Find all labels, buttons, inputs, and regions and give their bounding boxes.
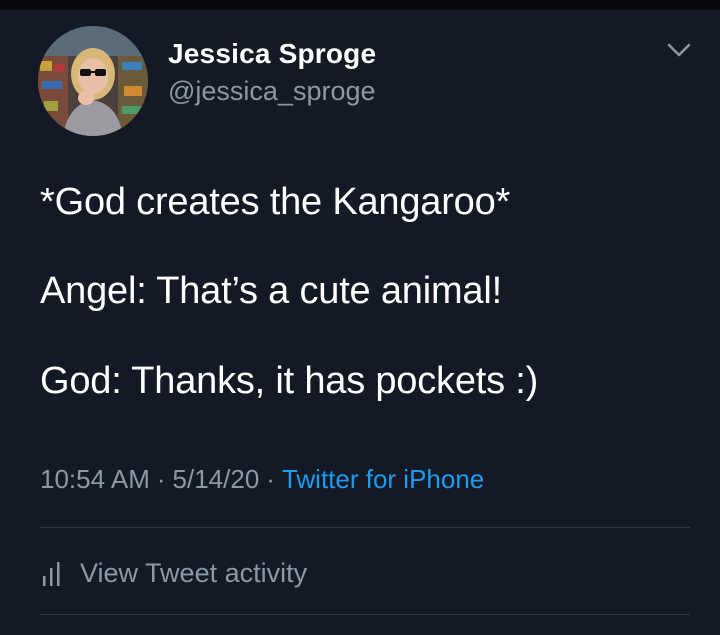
author-display-name[interactable]: Jessica Sproge [168, 38, 376, 70]
view-tweet-activity-button[interactable]: View Tweet activity [40, 553, 307, 593]
author-handle[interactable]: @jessica_sproge [168, 76, 376, 107]
tweet-source-link[interactable]: Twitter for iPhone [282, 464, 484, 494]
divider [40, 614, 690, 615]
tweet-time[interactable]: 10:54 AM [40, 464, 150, 494]
avatar[interactable] [38, 26, 148, 136]
tweet-text-line-3: God: Thanks, it has pockets :) [40, 360, 539, 402]
tweet-text-line-1: *God creates the Kangaroo* [40, 181, 511, 223]
tweet-text-line-2: Angel: That’s a cute animal! [40, 270, 502, 312]
bar-chart-icon [43, 562, 60, 586]
meta-separator: · [266, 464, 275, 494]
tweet-meta: 10:54 AM · 5/14/20 · Twitter for iPhone [40, 464, 484, 495]
divider [40, 527, 690, 528]
avatar-photo [38, 26, 148, 136]
view-tweet-activity-label: View Tweet activity [80, 557, 308, 588]
chevron-down-icon[interactable] [664, 38, 694, 62]
tweet-date[interactable]: 5/14/20 [173, 464, 260, 494]
meta-separator: · [156, 464, 166, 494]
top-bar [0, 0, 720, 10]
